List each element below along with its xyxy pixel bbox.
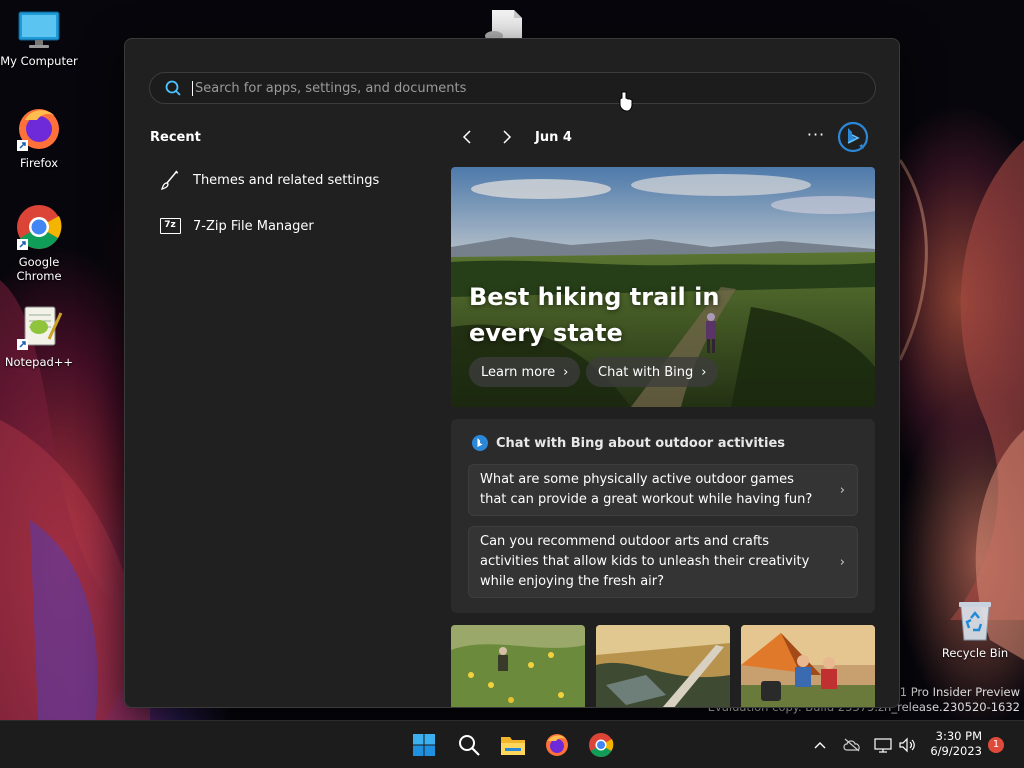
flower-meadow-image <box>451 625 585 707</box>
taskbar-firefox[interactable] <box>542 730 572 760</box>
more-options-button[interactable]: ··· <box>805 125 827 149</box>
taskbar-search-button[interactable] <box>454 730 484 760</box>
feed-thumbnail-3[interactable] <box>741 625 875 707</box>
recent-heading: Recent <box>150 130 201 145</box>
desktop-icon-label: Firefox <box>19 156 59 170</box>
chevron-right-icon <box>503 130 512 144</box>
clock-date: 6/9/2023 <box>930 744 982 758</box>
taskbar-start-button[interactable] <box>409 730 439 760</box>
feed-thumbnail-2[interactable] <box>596 625 730 707</box>
chrome-icon <box>17 205 62 250</box>
chevron-left-icon <box>462 130 471 144</box>
network-icon <box>874 738 892 753</box>
question-text: What are some physically active outdoor … <box>480 472 813 507</box>
desktop-icon-label: Google Chrome <box>16 255 62 283</box>
feed-thumbnail-1[interactable] <box>451 625 585 707</box>
recent-item-label: 7-Zip File Manager <box>193 218 314 234</box>
canyon-trail-image <box>596 625 730 707</box>
desktop-icon-my-computer[interactable]: My Computer <box>0 10 78 68</box>
taskbar-clock[interactable]: 3:30 PM 6/9/2023 <box>928 729 982 759</box>
notification-badge[interactable]: 1 <box>988 737 1004 753</box>
network-tray-button[interactable] <box>873 735 893 755</box>
recent-item-label: Themes and related settings <box>193 172 380 188</box>
feed-date: Jun 4 <box>535 130 572 145</box>
search-icon <box>165 80 181 96</box>
desktop-icon-notepadpp[interactable]: Notepad++ <box>0 303 78 369</box>
monitor-icon <box>18 11 60 48</box>
chevron-right-icon: › <box>701 364 707 380</box>
chevron-up-icon <box>814 742 826 749</box>
desktop-icon-chrome[interactable]: Google Chrome <box>0 203 78 283</box>
firefox-icon <box>17 109 59 151</box>
recycle-bin-icon <box>959 602 991 641</box>
onedrive-tray-button[interactable] <box>842 735 862 755</box>
desktop-icon-label: Recycle Bin <box>941 646 1009 660</box>
chevron-right-icon: › <box>839 483 845 498</box>
bing-icon <box>472 435 488 451</box>
bing-icon <box>837 121 869 153</box>
search-icon <box>459 735 480 756</box>
suggested-question-1[interactable]: What are some physically active outdoor … <box>468 464 858 516</box>
search-bar[interactable] <box>149 72 876 104</box>
recent-item-7zip[interactable]: 7z 7-Zip File Manager <box>159 211 419 241</box>
volume-tray-button[interactable] <box>897 735 917 755</box>
mouse-cursor <box>619 91 633 112</box>
hero-title: Best hiking trail in every state <box>469 283 720 347</box>
learn-more-button[interactable]: Learn more › <box>469 357 581 387</box>
volume-icon <box>899 737 915 753</box>
windows-start-icon <box>413 734 435 756</box>
taskbar-chrome[interactable] <box>586 730 616 760</box>
learn-more-label: Learn more <box>481 364 556 380</box>
desktop-icon-recycle-bin[interactable]: Recycle Bin <box>936 598 1014 660</box>
cloud-offline-icon <box>843 738 860 752</box>
file-icon <box>485 10 522 40</box>
show-hidden-icons-button[interactable] <box>810 735 830 755</box>
chat-card-title-text: Chat with Bing about outdoor activities <box>496 435 786 451</box>
brush-icon <box>159 169 181 191</box>
previous-day-button[interactable] <box>455 125 479 149</box>
desktop-icon-label: Notepad++ <box>4 355 74 369</box>
chat-with-bing-button[interactable]: Chat with Bing › <box>586 357 719 387</box>
chevron-right-icon: › <box>563 364 569 380</box>
desktop-icon-label: My Computer <box>0 54 78 68</box>
camping-image <box>741 625 875 707</box>
file-explorer-icon <box>501 737 525 755</box>
chat-with-bing-label: Chat with Bing <box>598 364 694 380</box>
recent-item-themes[interactable]: Themes and related settings <box>159 165 419 195</box>
taskbar-file-explorer[interactable] <box>498 730 528 760</box>
bing-chat-suggestions-card: Chat with Bing about outdoor activities … <box>451 419 875 613</box>
chevron-right-icon: › <box>839 555 845 570</box>
taskbar: 3:30 PM 6/9/2023 1 <box>0 720 1024 768</box>
notepadpp-icon <box>17 306 63 350</box>
suggested-question-2[interactable]: Can you recommend outdoor arts and craft… <box>468 526 858 598</box>
bing-chat-button[interactable] <box>837 121 869 153</box>
clock-time: 3:30 PM <box>935 729 982 743</box>
start-search-panel: Recent Themes and related settings 7z 7-… <box>124 38 900 708</box>
7zip-icon: 7z <box>159 215 181 237</box>
7zip-icon-text: 7z <box>159 218 181 234</box>
search-input[interactable] <box>192 80 792 96</box>
firefox-icon <box>546 734 568 756</box>
watermark-line-1: s 11 Pro Insider Preview <box>882 685 1020 699</box>
chrome-icon <box>589 733 614 758</box>
question-text: Can you recommend outdoor arts and craft… <box>480 534 810 589</box>
hero-card[interactable]: Best hiking trail in every state Learn m… <box>451 167 875 407</box>
next-day-button[interactable] <box>495 125 519 149</box>
chat-card-title: Chat with Bing about outdoor activities <box>471 434 785 452</box>
desktop-icon-firefox[interactable]: Firefox <box>0 104 78 170</box>
